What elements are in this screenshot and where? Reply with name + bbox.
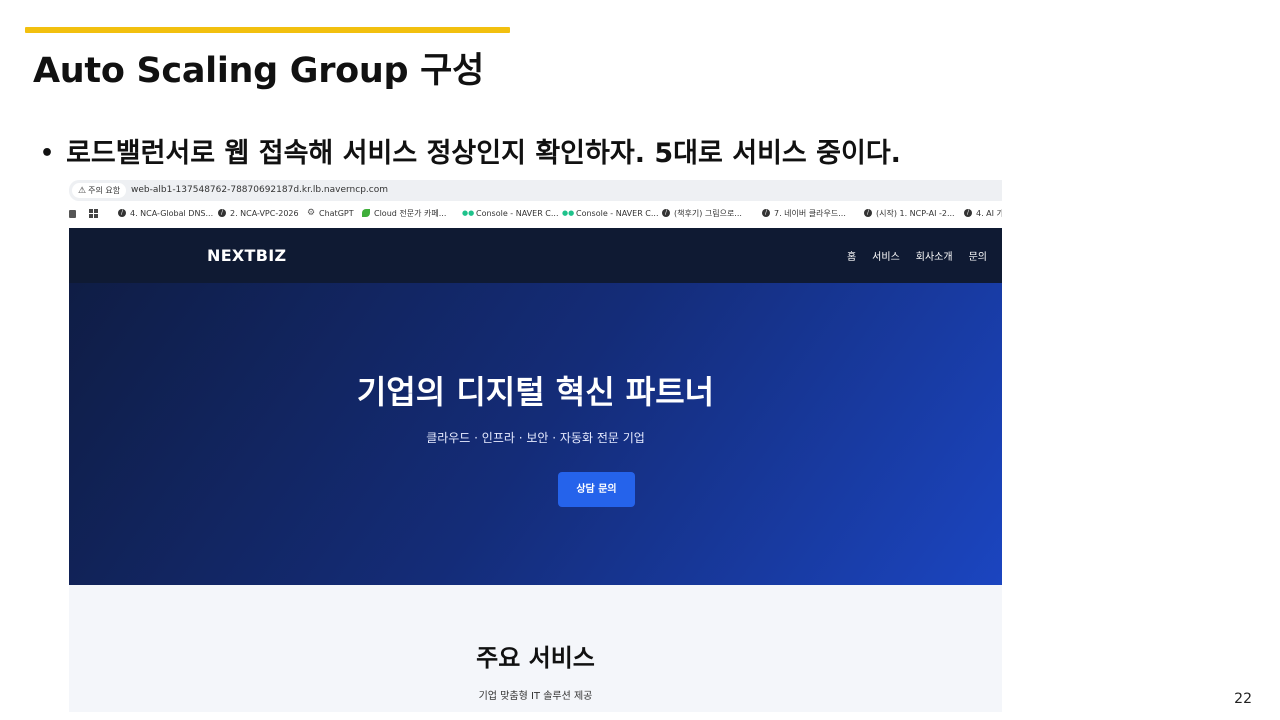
services-title: 주요 서비스 — [476, 644, 595, 672]
apps-grid-icon[interactable] — [89, 209, 98, 218]
chatgpt-icon: ⚙ — [307, 207, 316, 218]
bookmarks-bar: /4. NCA-Global DNS... /2. NCA-VPC-2026 ⚙… — [69, 204, 1002, 224]
site-logo[interactable]: NEXTBIZ — [207, 228, 286, 283]
link-icon: / — [662, 208, 670, 217]
bookmark-item[interactable]: / (책후기) 그림으로... — [662, 204, 742, 224]
nav-home[interactable]: 홈 — [847, 248, 856, 263]
bookmark-item[interactable]: Cloud 전문가 카페... — [362, 204, 446, 224]
nav-services[interactable]: 서비스 — [872, 248, 900, 263]
security-warning-label: 주의 요함 — [88, 186, 121, 195]
services-section: 주요 서비스 기업 맞춤형 IT 솔루션 제공 — [69, 585, 1002, 712]
sidebar-toggle-icon[interactable] — [69, 210, 76, 218]
bookmark-item[interactable]: /7. 네이버 클라우드... — [762, 204, 846, 224]
bookmark-item[interactable]: ●● Console - NAVER C... — [562, 204, 659, 224]
title-accent-bar — [25, 27, 510, 33]
leaf-icon — [362, 208, 370, 217]
site-header: NEXTBIZ 홈 서비스 회사소개 문의 — [69, 228, 1002, 283]
security-warning-chip[interactable]: ⚠ 주의 요함 — [72, 183, 127, 198]
slide-title: Auto Scaling Group 구성 — [33, 51, 484, 91]
bookmark-item[interactable]: / (시작) 1. NCP-AI -2... — [864, 204, 955, 224]
bullet-text: 로드밸런서로 웹 접속해 서비스 정상인지 확인하자. 5대로 서비스 중이다. — [66, 138, 901, 169]
nav-about[interactable]: 회사소개 — [916, 248, 953, 263]
hero-title: 기업의 디지털 혁신 파트너 — [356, 373, 715, 411]
link-icon: / — [864, 208, 872, 217]
link-icon: / — [118, 208, 126, 217]
warning-icon: ⚠ — [78, 186, 87, 196]
url-text[interactable]: web-alb1-137548762-78870692187d.kr.lb.na… — [131, 180, 388, 201]
bookmark-item[interactable]: /2. NCA-VPC-2026 — [218, 204, 299, 224]
ncp-icon: ●● — [462, 208, 475, 217]
page-number: 22 — [1234, 691, 1252, 707]
link-icon: / — [218, 208, 226, 217]
hero-subtitle: 클라우드 · 인프라 · 보안 · 자동화 전문 기업 — [426, 431, 645, 445]
bullet-dot-icon: • — [40, 141, 55, 166]
bookmark-item[interactable]: /4. AI 가 — [964, 204, 1002, 224]
services-subtitle: 기업 맞춤형 IT 솔루션 제공 — [478, 691, 593, 702]
bookmark-item[interactable]: ⚙ ChatGPT — [307, 204, 354, 224]
bookmark-item[interactable]: ●● Console - NAVER C... — [462, 204, 559, 224]
bookmark-item[interactable]: /4. NCA-Global DNS... — [118, 204, 213, 224]
address-bar[interactable]: ⚠ 주의 요함 web-alb1-137548762-78870692187d.k… — [69, 180, 1002, 201]
nav-contact[interactable]: 문의 — [969, 248, 987, 263]
link-icon: / — [964, 208, 972, 217]
link-icon: / — [762, 208, 770, 217]
ncp-icon: ●● — [562, 208, 575, 217]
hero-section: 기업의 디지털 혁신 파트너 클라우드 · 인프라 · 보안 · 자동화 전문 … — [69, 283, 1002, 585]
bullet-item: • 로드밸런서로 웹 접속해 서비스 정상인지 확인하자. 5대로 서비스 중이다… — [40, 131, 901, 170]
browser-screenshot: ⚠ 주의 요함 web-alb1-137548762-78870692187d.k… — [69, 180, 1002, 712]
consult-button[interactable]: 상담 문의 — [558, 472, 635, 507]
site-nav: 홈 서비스 회사소개 문의 — [847, 228, 987, 283]
